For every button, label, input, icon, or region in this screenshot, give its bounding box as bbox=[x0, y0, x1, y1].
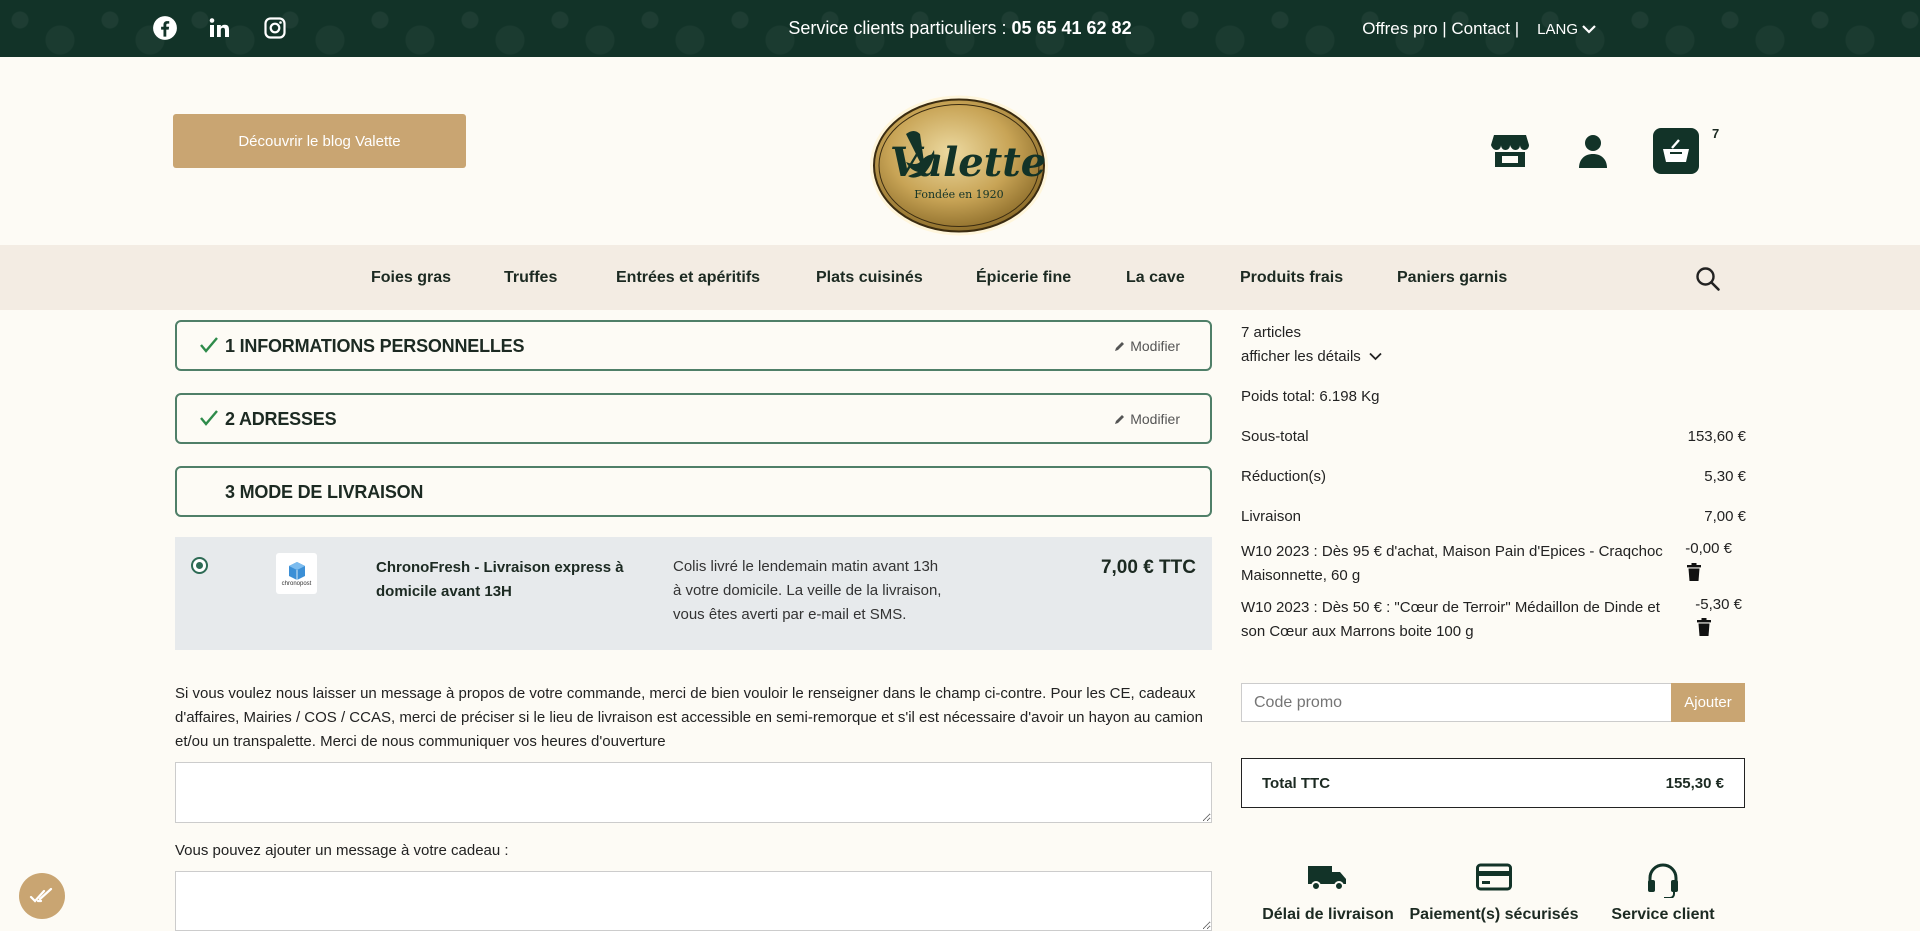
cart-article-count: 7 articles bbox=[1241, 324, 1302, 341]
trash-icon[interactable] bbox=[1697, 618, 1711, 636]
blog-button[interactable]: Découvrir le blog Valette bbox=[173, 114, 466, 168]
phone-label: Service clients particuliers : bbox=[788, 18, 1012, 38]
logo-text: Valette bbox=[890, 139, 1046, 186]
checkmarks-icon bbox=[29, 887, 53, 903]
chevron-down-icon bbox=[1369, 352, 1382, 361]
cart-button[interactable] bbox=[1653, 128, 1699, 174]
order-message-textarea[interactable] bbox=[175, 762, 1212, 823]
voucher-text: W10 2023 : Dès 50 € : "Cœur de Terroir" … bbox=[1241, 599, 1660, 616]
truck-icon bbox=[1238, 862, 1418, 902]
gift-message-textarea[interactable] bbox=[175, 871, 1212, 931]
reassurance-label: Paiement(s) sécurisés bbox=[1409, 906, 1579, 923]
carrier-price: 7,00 € TTC bbox=[1100, 557, 1196, 578]
voucher-line: W10 2023 : Dès 50 € : "Cœur de Terroir" … bbox=[1241, 596, 1671, 644]
edit-addresses-button[interactable]: Modifier bbox=[1114, 411, 1180, 427]
top-links: Offres pro | Contact | LANG bbox=[1362, 19, 1596, 39]
step-title: 3 MODE DE LIVRAISON bbox=[225, 482, 424, 502]
lang-label: LANG bbox=[1537, 20, 1578, 38]
gift-message-label: Vous pouvez ajouter un message à votre c… bbox=[175, 842, 509, 859]
valette-logo[interactable]: Valette Fondée en 1920 bbox=[868, 94, 1050, 237]
search-icon[interactable] bbox=[1694, 265, 1722, 293]
reassurance-delivery: Délai de livraison bbox=[1238, 862, 1418, 924]
check-icon bbox=[200, 337, 218, 353]
credit-card-icon bbox=[1404, 862, 1584, 902]
chevron-down-icon bbox=[1582, 25, 1596, 34]
show-details-toggle[interactable]: afficher les détails bbox=[1241, 348, 1382, 365]
step-personal-info[interactable]: 1 INFORMATIONS PERSONNELLES Modifier bbox=[175, 320, 1212, 371]
phone-number[interactable]: 05 65 41 62 82 bbox=[1011, 18, 1131, 38]
headset-icon bbox=[1573, 862, 1753, 902]
carrier-name: ChronoFresh - Livraison express à domici… bbox=[376, 559, 624, 600]
step-addresses[interactable]: 2 ADRESSES Modifier bbox=[175, 393, 1212, 444]
store-icon[interactable] bbox=[1487, 128, 1533, 174]
promo-code-input[interactable] bbox=[1242, 684, 1662, 721]
subtotal-value: 153,60 € bbox=[1687, 428, 1746, 445]
modify-label: Modifier bbox=[1130, 338, 1180, 354]
total-weight: Poids total: 6.198 Kg bbox=[1241, 388, 1380, 405]
step-delivery-mode: 3 MODE DE LIVRAISON bbox=[175, 466, 1212, 517]
carrier-description-line: Colis livré le lendemain matin avant 13h bbox=[673, 558, 939, 575]
nav-item-la-cave[interactable]: La cave bbox=[1126, 269, 1185, 287]
pencil-icon bbox=[1115, 415, 1125, 424]
discount-label: Réduction(s) bbox=[1241, 468, 1327, 485]
order-message-instructions: Si vous voulez nous laisser un message à… bbox=[175, 685, 1203, 750]
main-nav: Foies gras Truffes Entrées et apéritifs … bbox=[0, 245, 1920, 310]
delivery-radio[interactable] bbox=[191, 557, 208, 574]
carrier-description: Colis livré le lendemain matin avant 13h… bbox=[673, 555, 973, 627]
nav-item-foies-gras[interactable]: Foies gras bbox=[371, 269, 451, 287]
account-icon[interactable] bbox=[1570, 128, 1616, 174]
cart-count: 7 bbox=[1712, 126, 1720, 141]
carrier-description-line: à votre domicile. La veille de la livrai… bbox=[673, 582, 942, 599]
chronopost-logo: chronopost bbox=[276, 553, 317, 594]
logo-subtitle: Fondée en 1920 bbox=[914, 188, 1003, 201]
voucher-text: son Cœur aux Marrons boite 100 g bbox=[1241, 623, 1474, 640]
pencil-icon bbox=[1115, 342, 1125, 351]
reassurance-customer-service: Service client bbox=[1573, 862, 1753, 924]
nav-item-epicerie-fine[interactable]: Épicerie fine bbox=[976, 269, 1071, 287]
nav-item-truffes[interactable]: Truffes bbox=[504, 269, 557, 287]
check-icon bbox=[200, 410, 218, 426]
customer-service-phone: Service clients particuliers : 05 65 41 … bbox=[0, 18, 1920, 39]
voucher-amount: -5,30 € bbox=[1695, 596, 1742, 613]
nav-item-plats-cuisines[interactable]: Plats cuisinés bbox=[816, 269, 923, 287]
delivery-option-chronofresh[interactable]: chronopost ChronoFresh - Livraison expre… bbox=[175, 537, 1212, 650]
subtotal-label: Sous-total bbox=[1241, 428, 1309, 445]
carrier-description-line: vous êtes averti par e-mail et SMS. bbox=[673, 606, 907, 623]
top-bar: Service clients particuliers : 05 65 41 … bbox=[0, 0, 1920, 57]
step-title: 1 INFORMATIONS PERSONNELLES bbox=[225, 336, 525, 356]
voucher-text: Maisonnette, 60 g bbox=[1241, 567, 1361, 584]
accessibility-button[interactable] bbox=[19, 873, 65, 919]
basket-icon bbox=[1663, 139, 1689, 162]
total-value: 155,30 € bbox=[1665, 775, 1724, 792]
modify-label: Modifier bbox=[1130, 411, 1180, 427]
trash-icon[interactable] bbox=[1687, 563, 1701, 581]
reassurance-label: Service client bbox=[1611, 906, 1715, 923]
voucher-text: W10 2023 : Dès 95 € d'achat, Maison Pain… bbox=[1241, 543, 1663, 560]
promo-code-form: Ajouter bbox=[1241, 683, 1745, 722]
language-selector[interactable]: LANG bbox=[1537, 21, 1596, 38]
total-box: Total TTC 155,30 € bbox=[1241, 758, 1745, 808]
pro-contact-links[interactable]: Offres pro | Contact | bbox=[1362, 19, 1519, 39]
nav-item-produits-frais[interactable]: Produits frais bbox=[1240, 269, 1343, 287]
voucher-line: W10 2023 : Dès 95 € d'achat, Maison Pain… bbox=[1241, 540, 1671, 588]
shipping-label: Livraison bbox=[1241, 508, 1302, 525]
reassurance-payment: Paiement(s) sécurisés bbox=[1404, 862, 1584, 924]
discount-value: 5,30 € bbox=[1704, 468, 1746, 485]
add-promo-button[interactable]: Ajouter bbox=[1671, 683, 1745, 722]
nav-item-entrees-aperitifs[interactable]: Entrées et apéritifs bbox=[616, 269, 760, 287]
show-details-label: afficher les détails bbox=[1241, 348, 1361, 365]
voucher-amount: -0,00 € bbox=[1685, 540, 1732, 557]
reassurance-label: Délai de livraison bbox=[1262, 906, 1394, 923]
total-label: Total TTC bbox=[1262, 775, 1331, 792]
step-title: 2 ADRESSES bbox=[225, 409, 337, 429]
edit-personal-info-button[interactable]: Modifier bbox=[1114, 338, 1180, 354]
carrier-logo-text: chronopost bbox=[281, 580, 312, 587]
nav-item-paniers-garnis[interactable]: Paniers garnis bbox=[1397, 269, 1507, 287]
shipping-value: 7,00 € bbox=[1704, 508, 1746, 525]
